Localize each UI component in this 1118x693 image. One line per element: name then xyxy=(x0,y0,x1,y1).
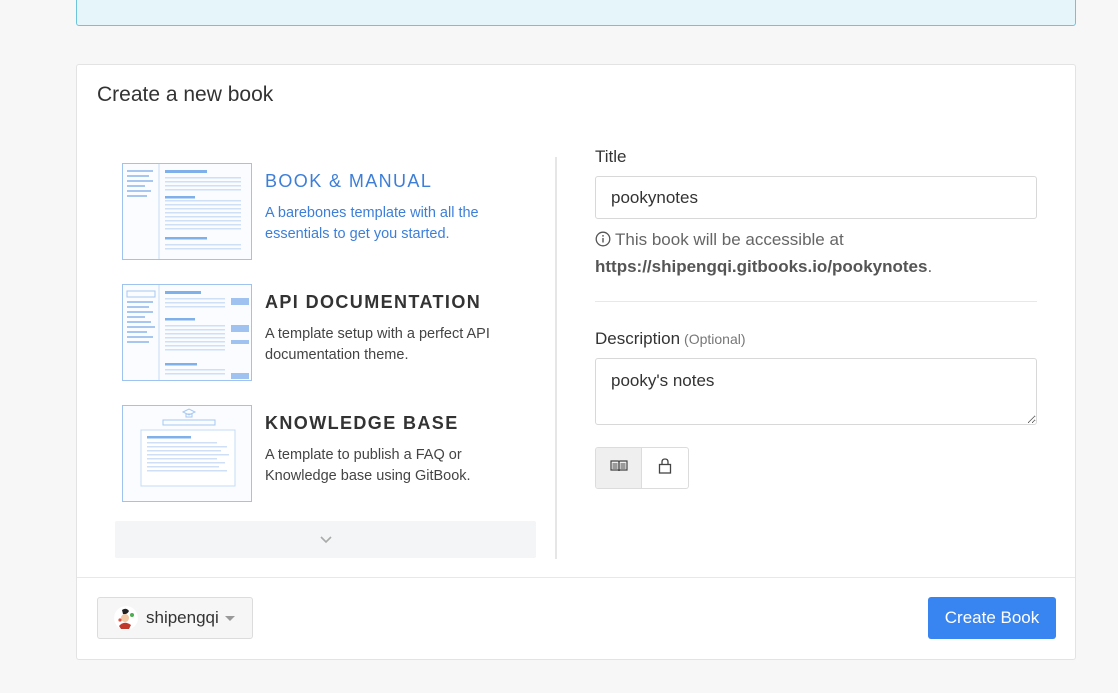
avatar xyxy=(114,606,138,630)
chevron-down-icon xyxy=(319,535,333,545)
api-documentation-thumbnail xyxy=(122,284,252,381)
template-knowledge-base[interactable]: KNOWLEDGE BASE A template to publish a F… xyxy=(115,399,537,502)
help-suffix: . xyxy=(927,257,933,276)
help-text: This book will be accessible at xyxy=(615,230,844,249)
description-label-text: Description xyxy=(595,329,681,348)
book-manual-thumbnail xyxy=(122,163,252,260)
template-description: A barebones template with all the essent… xyxy=(265,205,479,242)
book-url-help: This book will be accessible at https://… xyxy=(595,227,1037,279)
vertical-divider xyxy=(555,157,557,559)
owner-selector[interactable]: shipengqi xyxy=(97,597,253,639)
top-alert-banner xyxy=(76,0,1076,26)
template-name: BOOK & MANUAL xyxy=(265,171,433,191)
description-label: Description (Optional) xyxy=(595,329,746,349)
template-name: API DOCUMENTATION xyxy=(265,292,482,312)
template-description: A template to publish a FAQ or Knowledge… xyxy=(265,447,471,484)
title-input[interactable] xyxy=(595,176,1037,219)
lock-icon xyxy=(658,457,672,479)
public-option[interactable] xyxy=(596,448,643,488)
panel-title: Create a new book xyxy=(97,83,274,106)
footer-divider xyxy=(77,577,1075,578)
template-api-documentation[interactable]: API DOCUMENTATION A template setup with … xyxy=(115,278,537,381)
description-textarea[interactable]: pooky's notes xyxy=(595,358,1037,425)
optional-hint: (Optional) xyxy=(684,331,746,347)
create-book-button[interactable]: Create Book xyxy=(928,597,1056,639)
create-book-panel: Create a new book BOOK & MANUAL A barebo… xyxy=(76,64,1076,660)
template-name: KNOWLEDGE BASE xyxy=(265,413,459,433)
form-divider xyxy=(595,301,1037,302)
caret-down-icon xyxy=(224,615,235,621)
show-more-templates-button[interactable] xyxy=(115,521,536,558)
info-icon xyxy=(595,229,611,254)
template-book-manual[interactable]: BOOK & MANUAL A barebones template with … xyxy=(115,157,537,260)
private-option[interactable] xyxy=(642,448,688,488)
title-label: Title xyxy=(595,147,627,166)
visibility-toggle xyxy=(595,447,689,489)
book-url: https://shipengqi.gitbooks.io/pookynotes xyxy=(595,257,928,276)
owner-name: shipengqi xyxy=(146,608,219,627)
knowledge-base-thumbnail xyxy=(122,405,252,502)
book-icon xyxy=(609,459,628,478)
template-description: A template setup with a perfect API docu… xyxy=(265,326,490,363)
